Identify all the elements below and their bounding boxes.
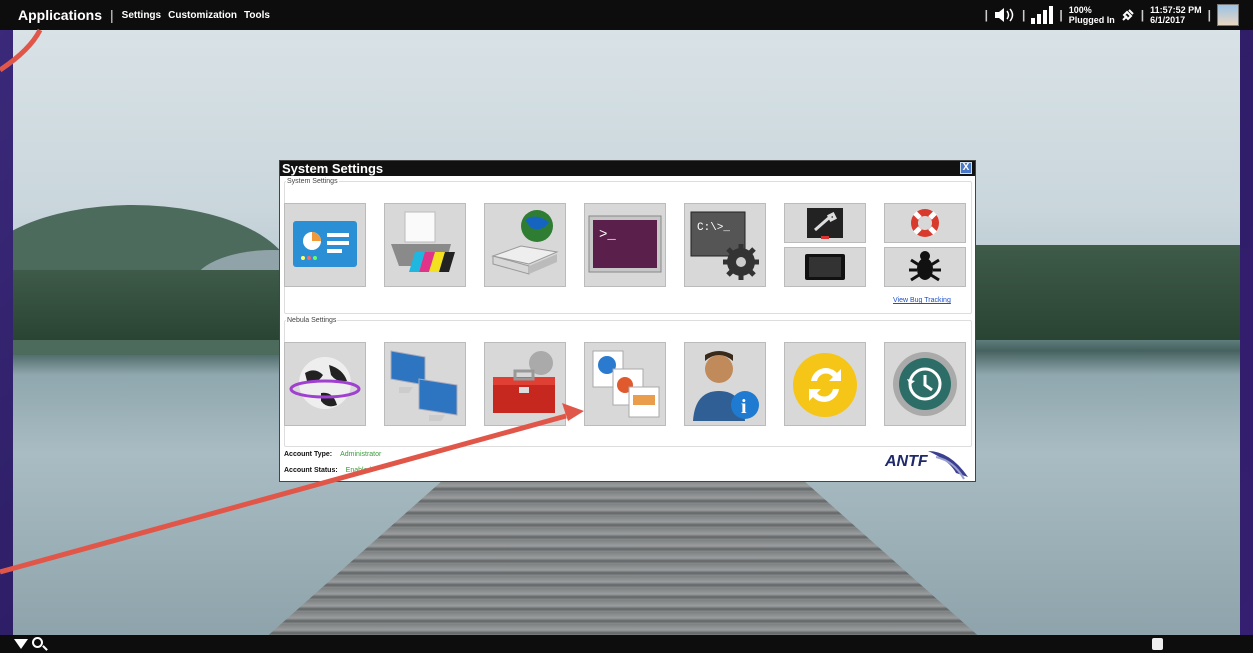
search-icon[interactable] [32,637,43,648]
annotation-arrow [0,28,584,575]
bottom-bar [0,635,1253,653]
notification-icon[interactable] [1152,638,1163,650]
start-triangle-icon[interactable] [14,639,28,649]
